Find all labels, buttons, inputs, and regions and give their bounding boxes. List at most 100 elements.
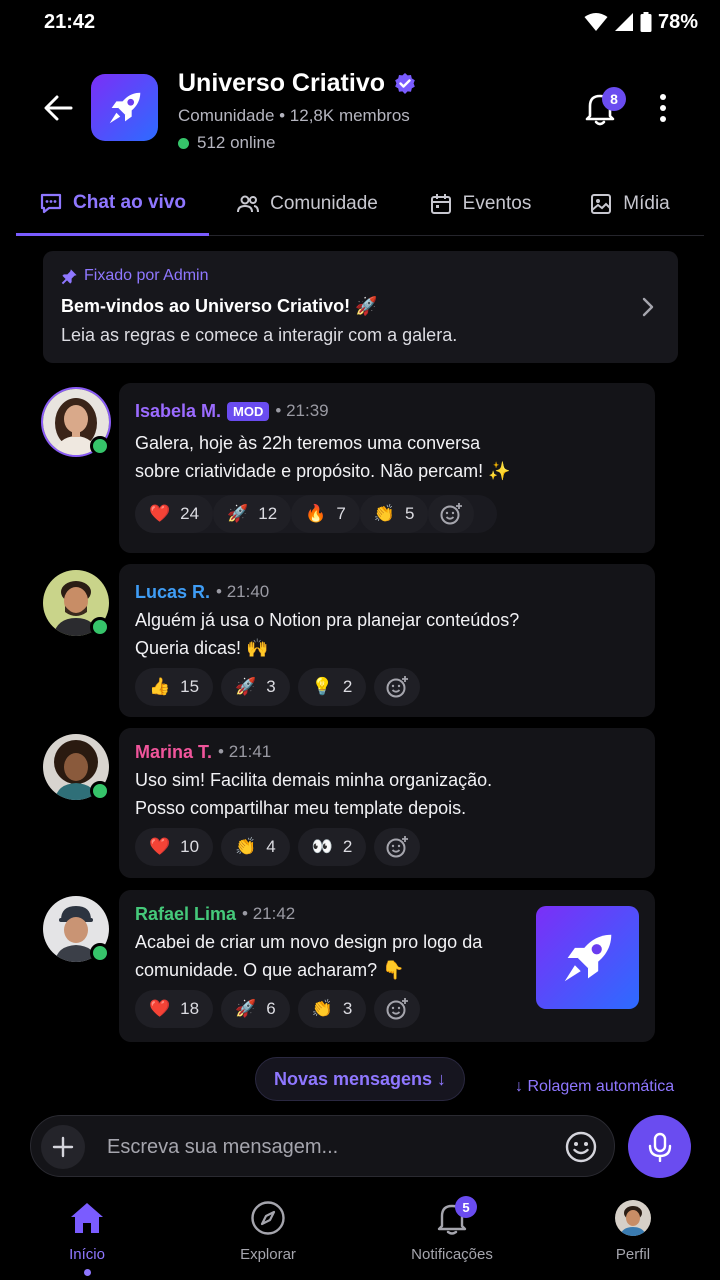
reaction-rocket[interactable]: 🚀 12 xyxy=(213,495,292,533)
online-status-icon xyxy=(90,436,110,456)
reaction-count: 18 xyxy=(180,999,200,1018)
reaction-emoji: 💡 xyxy=(311,677,333,696)
reaction-eyes[interactable]: 👀 2 xyxy=(297,828,367,866)
reaction-heart[interactable]: ❤️ 10 xyxy=(135,828,214,866)
add-reaction-button[interactable] xyxy=(374,828,421,866)
reaction-emoji: 👍 xyxy=(149,677,171,696)
battery-icon xyxy=(640,12,652,32)
reactions-row: 👍 15 🚀 3 💡 2 xyxy=(135,668,639,706)
message-bubble[interactable]: Marina T. • 21:41 Uso sim! Facilita dema… xyxy=(119,728,655,878)
nav-home[interactable]: Início xyxy=(27,1190,147,1276)
reaction-count: 3 xyxy=(266,677,276,696)
nav-label: Explorar xyxy=(240,1246,296,1263)
author-name[interactable]: Lucas R. xyxy=(135,582,210,603)
message-line: Uso sim! Facilita demais minha organizaç… xyxy=(135,770,493,790)
nav-notifications[interactable]: 5 Notificações xyxy=(392,1190,512,1263)
message-line: Queria dicas! 🙌 xyxy=(135,638,269,658)
chat-icon xyxy=(40,193,62,213)
add-reaction-button[interactable] xyxy=(374,668,421,706)
reaction-rocket[interactable]: 🚀 6 xyxy=(221,990,290,1028)
calendar-icon xyxy=(430,194,451,214)
new-messages-button[interactable]: Novas mensagens ↓ xyxy=(255,1057,465,1101)
more-options-button[interactable] xyxy=(650,90,676,126)
back-button[interactable] xyxy=(38,88,78,128)
profile-avatar xyxy=(615,1200,651,1236)
online-status-icon xyxy=(90,943,110,963)
reaction-heart[interactable]: ❤️ 24 xyxy=(135,495,214,533)
reaction-rocket[interactable]: 🚀 3 xyxy=(221,668,290,706)
nav-profile[interactable]: Perfil xyxy=(573,1190,693,1263)
chat-message: Lucas R. • 21:40 Alguém já usa o Notion … xyxy=(43,564,655,717)
status-bar: 21:42 78% xyxy=(0,0,720,44)
dot-icon xyxy=(660,105,666,111)
emoji-icon[interactable] xyxy=(564,1130,598,1164)
reaction-clap[interactable]: 👏 3 xyxy=(297,990,367,1028)
reaction-count: 3 xyxy=(342,999,353,1018)
message-meta: Lucas R. • 21:40 xyxy=(135,580,639,604)
reaction-thumbs-up[interactable]: 👍 15 xyxy=(135,668,214,706)
group-logo[interactable] xyxy=(91,74,158,141)
reaction-emoji: 🚀 xyxy=(235,677,257,696)
add-reaction-button[interactable] xyxy=(374,990,421,1028)
message-line: Alguém já usa o Notion pra planejar cont… xyxy=(135,610,520,630)
author-name[interactable]: Rafael Lima xyxy=(135,904,236,925)
message-time: • 21:39 xyxy=(275,401,329,420)
author-name[interactable]: Marina T. xyxy=(135,742,212,763)
microphone-icon xyxy=(648,1132,671,1162)
image-icon xyxy=(591,194,612,214)
reaction-count: 2 xyxy=(342,837,353,856)
message-line: sobre criatividade e propósito. Não perc… xyxy=(135,461,511,481)
message-time: • 21:42 xyxy=(242,904,296,923)
tab-label: Eventos xyxy=(462,193,532,214)
reaction-emoji: 👏 xyxy=(235,837,257,856)
message-bubble[interactable]: Isabela M. MOD • 21:39 Galera, hoje às 2… xyxy=(119,383,655,553)
reaction-count: 2 xyxy=(342,677,353,696)
reaction-heart[interactable]: ❤️ 18 xyxy=(135,990,214,1028)
tab-label: Chat ao vivo xyxy=(73,191,186,213)
voice-message-button[interactable] xyxy=(628,1115,691,1178)
group-subtitle: Comunidade • 12,8K membros xyxy=(178,106,410,125)
message-meta: Marina T. • 21:41 xyxy=(135,740,639,764)
dot-icon xyxy=(660,116,666,122)
tab-label: Comunidade xyxy=(270,193,378,214)
chat-message: Isabela M. MOD • 21:39 Galera, hoje às 2… xyxy=(43,383,655,553)
message-bubble[interactable]: Lucas R. • 21:40 Alguém já usa o Notion … xyxy=(119,564,655,717)
auto-scroll-toggle[interactable]: ↓ Rolagem automática xyxy=(515,1078,674,1096)
pinned-label: Fixado por Admin xyxy=(61,267,209,285)
nav-explore[interactable]: Explorar xyxy=(208,1190,328,1263)
add-reaction-icon xyxy=(386,676,409,698)
attached-image[interactable] xyxy=(536,906,639,1009)
tab-chat-ao-vivo[interactable]: Chat ao vivo xyxy=(16,172,209,236)
tab-eventos[interactable]: Eventos xyxy=(405,172,555,236)
reaction-bulb[interactable]: 💡 2 xyxy=(297,668,367,706)
pinned-body: Leia as regras e comece a interagir com … xyxy=(61,325,458,345)
message-input[interactable] xyxy=(107,1131,537,1163)
reaction-clap[interactable]: 👏 4 xyxy=(221,828,290,866)
author-name[interactable]: Isabela M. xyxy=(135,401,221,422)
reaction-emoji: 👏 xyxy=(311,999,333,1018)
tab-comunidade[interactable]: Comunidade xyxy=(209,172,405,236)
tab-label: Mídia xyxy=(623,193,670,214)
message-meta: Isabela M. MOD • 21:39 xyxy=(135,399,639,423)
pinned-message[interactable]: Fixado por Admin Bem-vindos ao Universo … xyxy=(43,251,678,363)
online-dot-icon xyxy=(178,137,189,149)
message-bubble[interactable]: Rafael Lima • 21:42 Acabei de criar um n… xyxy=(119,890,655,1042)
reaction-fire[interactable]: 🔥 7 xyxy=(291,495,360,533)
tab-bar: Chat ao vivo Comunidade Eventos Mídia xyxy=(16,172,704,236)
verified-icon xyxy=(395,72,415,94)
attach-button[interactable] xyxy=(41,1125,85,1169)
tab-midia[interactable]: Mídia xyxy=(555,172,704,236)
chat-message: Marina T. • 21:41 Uso sim! Facilita dema… xyxy=(43,728,655,878)
online-text: 512 online xyxy=(197,133,276,152)
message-time: • 21:40 xyxy=(216,582,270,601)
add-reaction-button[interactable] xyxy=(428,495,475,533)
add-reaction-icon xyxy=(440,503,463,525)
reaction-count: 4 xyxy=(266,837,276,856)
reaction-clap[interactable]: 👏 5 xyxy=(359,495,429,533)
reaction-count: 12 xyxy=(258,504,278,523)
pinned-title: Bem-vindos ao Universo Criativo! 🚀 xyxy=(61,296,378,316)
reactions-row: ❤️ 24 🚀 12 🔥 7 👏 5 xyxy=(135,495,497,533)
add-reaction-icon xyxy=(386,998,409,1020)
bottom-navigation: Início Explorar 5 Notificações Perfil xyxy=(0,1190,720,1280)
group-title: Universo Criativo xyxy=(178,69,417,98)
